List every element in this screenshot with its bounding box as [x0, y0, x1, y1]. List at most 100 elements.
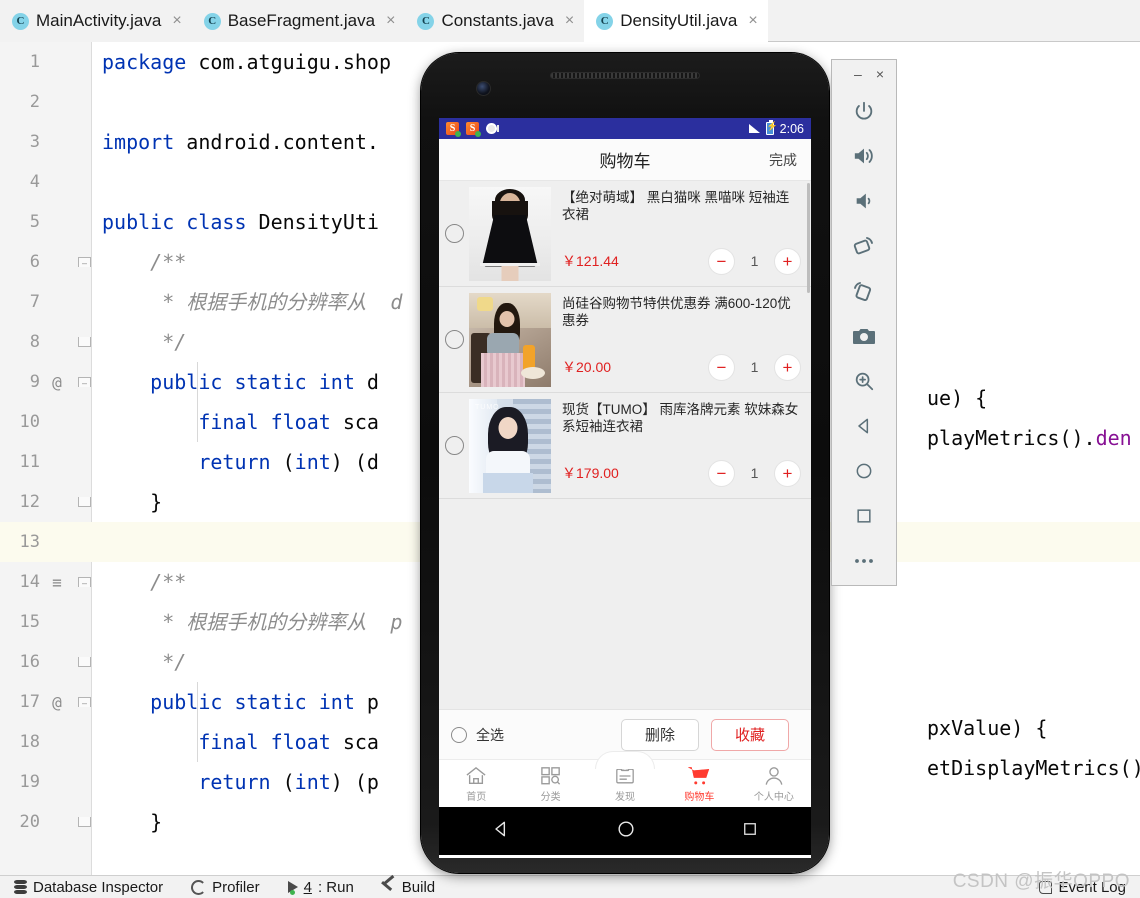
- emulator-more-icon[interactable]: [832, 538, 896, 583]
- select-all-control[interactable]: 全选: [451, 725, 504, 745]
- status-build[interactable]: Build: [368, 879, 449, 896]
- code-fold-handle[interactable]: –: [78, 257, 91, 268]
- status-run[interactable]: 4: Run: [274, 879, 368, 896]
- gutter-row[interactable]: 6–: [0, 242, 91, 282]
- emulator-volume-down-icon[interactable]: [832, 178, 896, 223]
- cart-item-quantity-stepper[interactable]: −1 +: [708, 247, 801, 275]
- gutter-row[interactable]: 12: [0, 482, 91, 522]
- gutter-marker[interactable]: ≡: [46, 573, 68, 592]
- editor-tab-close-icon[interactable]: ×: [565, 13, 574, 29]
- editor-tab-close-icon[interactable]: ×: [748, 13, 757, 29]
- code-fold-handle[interactable]: –: [78, 697, 91, 708]
- editor-tab-0[interactable]: C MainActivity.java ×: [0, 0, 192, 42]
- emulator-window-controls[interactable]: – ×: [832, 60, 896, 88]
- gutter-row[interactable]: 10: [0, 402, 91, 442]
- status-profiler[interactable]: Profiler: [177, 879, 274, 896]
- bottom-tab-bar[interactable]: 首页 分类 0-0 发现 购物车 个人中心: [439, 751, 811, 807]
- quantity-decrease-button[interactable]: −: [708, 353, 735, 381]
- phone-screen[interactable]: S S 2:06 购物车 完成 【绝对萌域】 黑白猫咪 黑喵咪 短袖连衣裙 ￥12…: [439, 118, 811, 858]
- emulator-home-icon[interactable]: [832, 448, 896, 493]
- nav-back-icon[interactable]: [491, 819, 511, 844]
- code-fold-handle[interactable]: [78, 817, 91, 827]
- select-all-radio-icon[interactable]: [451, 726, 467, 743]
- gutter-row[interactable]: 17 @ –: [0, 682, 91, 722]
- tab-person[interactable]: 个人中心: [737, 764, 811, 803]
- code-fold-handle[interactable]: –: [78, 377, 91, 388]
- gutter-row[interactable]: 19: [0, 762, 91, 802]
- cart-item-thumbnail[interactable]: [469, 186, 551, 281]
- gutter-row[interactable]: 11: [0, 442, 91, 482]
- cart-item-list[interactable]: 【绝对萌域】 黑白猫咪 黑喵咪 短袖连衣裙 ￥121.44−1 + 尚硅谷购物节特供优…: [439, 181, 811, 499]
- emulator-volume-up-icon[interactable]: [832, 133, 896, 178]
- cart-item-quantity-stepper[interactable]: −1 +: [708, 459, 801, 487]
- tab-discover[interactable]: 0-0 发现: [588, 764, 662, 803]
- gutter-row[interactable]: 1: [0, 42, 91, 82]
- cart-item[interactable]: 【绝对萌域】 黑白猫咪 黑喵咪 短袖连衣裙 ￥121.44 −1 +: [439, 181, 811, 287]
- line-number: 1: [29, 52, 40, 72]
- emulator-rotate-left-icon[interactable]: [832, 223, 896, 268]
- cart-item-quantity-stepper[interactable]: −1 +: [708, 353, 801, 381]
- gutter-row[interactable]: 4: [0, 162, 91, 202]
- done-button[interactable]: 完成: [769, 150, 797, 170]
- gutter-row[interactable]: 7: [0, 282, 91, 322]
- cart-item[interactable]: TUMO 现货【TUMO】 雨库洛牌元素 软妹森女系短袖连衣裙 ￥179.00 −1 +: [439, 393, 811, 499]
- quantity-increase-button[interactable]: +: [774, 353, 801, 381]
- code-fold-handle[interactable]: [78, 657, 91, 667]
- cart-list-empty-space: [439, 499, 811, 709]
- tab-cart[interactable]: 购物车: [662, 764, 736, 803]
- cart-item-checkbox[interactable]: [445, 436, 464, 455]
- editor-tab-3[interactable]: C DensityUtil.java ×: [584, 0, 768, 42]
- gutter-row[interactable]: 9 @ –: [0, 362, 91, 402]
- quantity-decrease-button[interactable]: −: [708, 459, 735, 487]
- editor-tab-close-icon[interactable]: ×: [386, 13, 395, 29]
- cart-item-thumbnail[interactable]: [469, 292, 551, 387]
- code-fold-handle[interactable]: [78, 337, 91, 347]
- cart-item[interactable]: 尚硅谷购物节特供优惠券 满600-120优惠券 ￥20.00 −1 +: [439, 287, 811, 393]
- gutter-row[interactable]: 5: [0, 202, 91, 242]
- emulator-close-button[interactable]: ×: [876, 66, 884, 82]
- android-emulator-device[interactable]: S S 2:06 购物车 完成 【绝对萌域】 黑白猫咪 黑喵咪 短袖连衣裙 ￥12…: [421, 53, 829, 873]
- emulator-minimize-button[interactable]: –: [854, 66, 862, 82]
- gutter-row[interactable]: 14 ≡ –: [0, 562, 91, 602]
- gutter-marker[interactable]: @: [46, 373, 68, 392]
- editor-tab-close-icon[interactable]: ×: [172, 13, 181, 29]
- gutter-row[interactable]: 15: [0, 602, 91, 642]
- gutter-row[interactable]: 8: [0, 322, 91, 362]
- code-fold-handle[interactable]: [78, 497, 91, 507]
- emulator-power-icon[interactable]: [832, 88, 896, 133]
- list-scrollbar[interactable]: [807, 183, 810, 293]
- emulator-camera-icon[interactable]: [832, 313, 896, 358]
- nav-overview-icon[interactable]: [741, 820, 759, 843]
- emulator-overview-icon[interactable]: [832, 493, 896, 538]
- editor-gutter[interactable]: 1 2 3 4 5 6–7 8 9 @ –10 11 12 13 14 ≡ –15 16 17 @ –18 19 20: [0, 42, 92, 875]
- status-event-log[interactable]: Event Log: [1025, 879, 1140, 896]
- nav-home-icon[interactable]: [616, 819, 636, 844]
- cart-item-checkbox[interactable]: [445, 330, 464, 349]
- gutter-row[interactable]: 18: [0, 722, 91, 762]
- cart-item-checkbox[interactable]: [445, 224, 464, 243]
- quantity-increase-button[interactable]: +: [774, 247, 801, 275]
- gutter-row[interactable]: 13: [0, 522, 92, 562]
- emulator-zoom-icon[interactable]: [832, 358, 896, 403]
- emulator-back-icon[interactable]: [832, 403, 896, 448]
- tab-home[interactable]: 首页: [439, 764, 513, 803]
- favorite-button[interactable]: 收藏: [711, 718, 789, 751]
- code-token: ) (d: [330, 450, 379, 474]
- gutter-row[interactable]: 3: [0, 122, 91, 162]
- tab-category[interactable]: 分类: [513, 764, 587, 803]
- gutter-row[interactable]: 2: [0, 82, 91, 122]
- quantity-decrease-button[interactable]: −: [708, 247, 735, 275]
- android-navigation-bar[interactable]: [439, 807, 811, 855]
- editor-tab-2[interactable]: C Constants.java ×: [405, 0, 585, 42]
- emulator-side-toolbar[interactable]: – ×: [831, 59, 897, 586]
- quantity-increase-button[interactable]: +: [774, 459, 801, 487]
- editor-tab-1[interactable]: C BaseFragment.java ×: [191, 0, 406, 42]
- emulator-rotate-right-icon[interactable]: [832, 268, 896, 313]
- gutter-row[interactable]: 16: [0, 642, 91, 682]
- cart-item-thumbnail[interactable]: TUMO: [469, 398, 551, 493]
- gutter-row[interactable]: 20: [0, 802, 91, 842]
- code-fold-handle[interactable]: –: [78, 577, 91, 588]
- status-database-inspector[interactable]: Database Inspector: [0, 879, 177, 896]
- delete-button[interactable]: 删除: [621, 718, 699, 751]
- gutter-marker[interactable]: @: [46, 693, 68, 712]
